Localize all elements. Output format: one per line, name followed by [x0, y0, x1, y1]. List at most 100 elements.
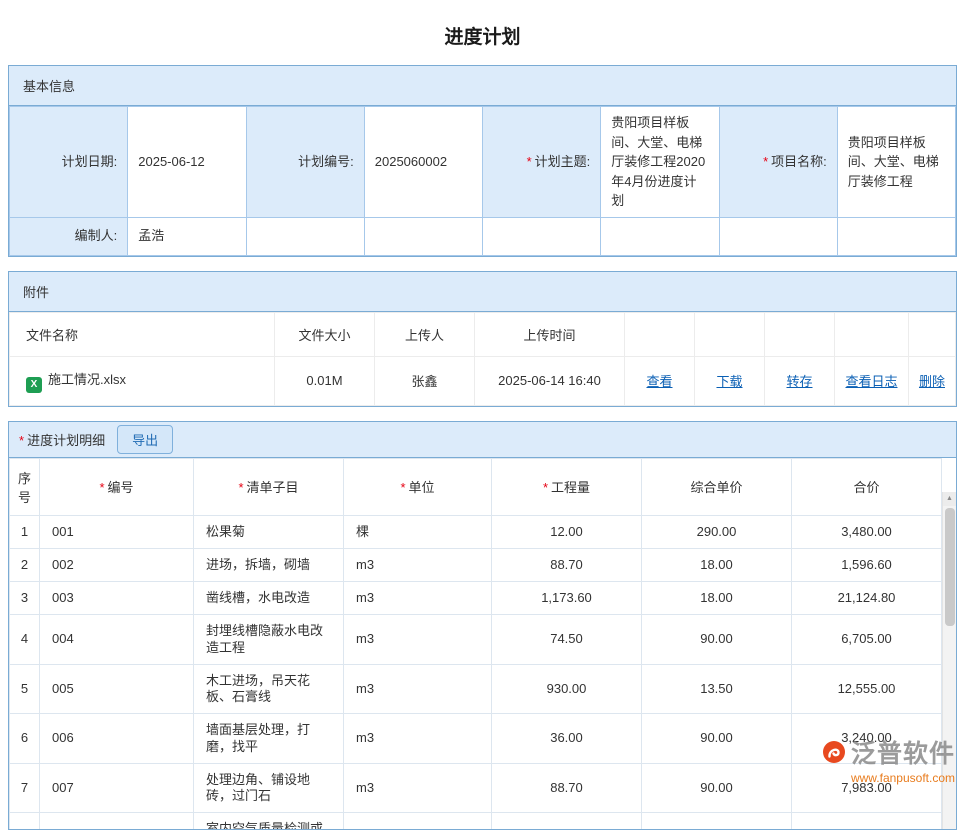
attachment-row: X施工情况.xlsx 0.01M 张鑫 2025-06-14 16:40 查看下…	[10, 356, 956, 405]
attachment-action-cell: 下载	[695, 356, 765, 405]
basic-info-section-header: 基本信息	[9, 66, 956, 106]
plan-subject-value: 贵阳项目样板间、大堂、电梯厅装修工程2020年4月份进度计划	[601, 107, 719, 218]
detail-cell: 88.70	[492, 548, 642, 581]
actions-header-empty	[835, 312, 909, 356]
detail-row: 3003凿线槽，水电改造m31,173.6018.0021,124.80	[10, 582, 942, 615]
detail-cell: 18.00	[642, 582, 792, 615]
detail-cell: 7,983.00	[792, 763, 942, 813]
detail-row: 1001松果菊棵12.00290.003,480.00	[10, 515, 942, 548]
detail-cell: 930.00	[492, 664, 642, 714]
detail-cell: 松果菊	[194, 515, 344, 548]
detail-cell: 棵	[344, 515, 492, 548]
required-mark: *	[763, 154, 768, 169]
empty-cell	[719, 217, 837, 255]
detail-cell: 3,240.00	[792, 714, 942, 764]
required-mark: *	[99, 480, 104, 495]
page-title: 进度计划	[0, 0, 965, 65]
author-value: 孟浩	[128, 217, 246, 255]
required-mark: *	[527, 154, 532, 169]
attachments-table: 文件名称 文件大小 上传人 上传时间 X施工情况.xlsx 0.01M 张鑫 2…	[9, 312, 956, 406]
export-button[interactable]: 导出	[117, 425, 173, 454]
required-mark: *	[400, 480, 405, 495]
detail-row: 5005木工进场，吊天花板、石膏线m3930.0013.5012,555.00	[10, 664, 942, 714]
detail-row: 8008室内空气质量检测或室内空气污染综合治理；m315.50500.007,7…	[10, 813, 942, 830]
detail-cell: 12.00	[492, 515, 642, 548]
detail-cell: m3	[344, 714, 492, 764]
plan-date-label: 计划日期:	[10, 107, 128, 218]
detail-column-header: 合价	[792, 458, 942, 515]
required-mark: *	[238, 480, 243, 495]
detail-cell: 004	[40, 615, 194, 665]
attachment-action-link[interactable]: 删除	[919, 374, 945, 389]
detail-row: 4004封埋线槽隐蔽水电改造工程m374.5090.006,705.00	[10, 615, 942, 665]
detail-cell: 290.00	[642, 515, 792, 548]
detail-cell: m3	[344, 615, 492, 665]
detail-cell: 500.00	[642, 813, 792, 830]
basic-info-row-1: 计划日期: 2025-06-12 计划编号: 2025060002 *计划主题:…	[10, 107, 956, 218]
basic-info-row-2: 编制人: 孟浩	[10, 217, 956, 255]
detail-cell: 1,173.60	[492, 582, 642, 615]
detail-section: *进度计划明细 导出 序号*编号*清单子目*单位*工程量综合单价合价 1001松…	[8, 421, 957, 830]
attachment-action-link[interactable]: 转存	[786, 374, 812, 389]
detail-scrollbar[interactable]: ▲	[942, 492, 956, 830]
detail-cell: 1,596.60	[792, 548, 942, 581]
project-name-value: 贵阳项目样板间、大堂、电梯厅装修工程	[837, 107, 955, 218]
detail-cell: 008	[40, 813, 194, 830]
detail-column-header: 综合单价	[642, 458, 792, 515]
detail-header-row: 序号*编号*清单子目*单位*工程量综合单价合价	[10, 458, 942, 515]
detail-cell: 001	[40, 515, 194, 548]
detail-cell: 8	[10, 813, 40, 830]
attachment-file-size: 0.01M	[275, 356, 375, 405]
attachment-action-link[interactable]: 查看日志	[845, 374, 897, 389]
detail-cell: m3	[344, 813, 492, 830]
empty-cell	[483, 217, 601, 255]
detail-cell: 3	[10, 582, 40, 615]
detail-cell: 封埋线槽隐蔽水电改造工程	[194, 615, 344, 665]
detail-cell: 2	[10, 548, 40, 581]
detail-cell: 13.50	[642, 664, 792, 714]
actions-header-empty	[625, 312, 695, 356]
actions-header-empty	[909, 312, 956, 356]
detail-column-header: *工程量	[492, 458, 642, 515]
excel-file-icon: X	[26, 377, 42, 393]
detail-cell: 003	[40, 582, 194, 615]
detail-cell: 88.70	[492, 763, 642, 813]
empty-cell	[837, 217, 955, 255]
required-mark: *	[19, 433, 24, 448]
attachment-action-link[interactable]: 查看	[646, 374, 672, 389]
detail-cell: m3	[344, 763, 492, 813]
detail-table-body: 1001松果菊棵12.00290.003,480.002002进场，拆墙，砌墙m…	[10, 515, 942, 830]
detail-cell: 室内空气质量检测或室内空气污染综合治理；	[194, 813, 344, 830]
detail-cell: 6,705.00	[792, 615, 942, 665]
attachment-action-cell: 查看	[625, 356, 695, 405]
attachments-section: 附件 文件名称 文件大小 上传人 上传时间 X 施工情况.xlsx	[8, 271, 957, 407]
detail-cell: 74.50	[492, 615, 642, 665]
detail-row: 2002进场，拆墙，砌墙m388.7018.001,596.60	[10, 548, 942, 581]
detail-cell: 36.00	[492, 714, 642, 764]
attachments-section-header: 附件	[9, 272, 956, 312]
detail-cell: 006	[40, 714, 194, 764]
uploader-header: 上传人	[375, 312, 475, 356]
project-name-label: *项目名称:	[719, 107, 837, 218]
attachment-action-cell: 转存	[765, 356, 835, 405]
scrollbar-thumb[interactable]	[945, 508, 955, 626]
attachment-action-link[interactable]: 下载	[716, 374, 742, 389]
detail-cell: 90.00	[642, 714, 792, 764]
detail-cell: 007	[40, 763, 194, 813]
attachments-header-row: 文件名称 文件大小 上传人 上传时间	[10, 312, 956, 356]
detail-cell: 4	[10, 615, 40, 665]
file-name-text: 施工情况.xlsx	[48, 372, 126, 387]
detail-cell: 002	[40, 548, 194, 581]
actions-header-empty	[765, 312, 835, 356]
upload-time-header: 上传时间	[475, 312, 625, 356]
basic-info-table: 计划日期: 2025-06-12 计划编号: 2025060002 *计划主题:…	[9, 106, 956, 256]
detail-cell: 木工进场，吊天花板、石膏线	[194, 664, 344, 714]
detail-column-header: 序号	[10, 458, 40, 515]
detail-cell: m3	[344, 548, 492, 581]
attachment-upload-time: 2025-06-14 16:40	[475, 356, 625, 405]
file-size-header: 文件大小	[275, 312, 375, 356]
detail-table: 序号*编号*清单子目*单位*工程量综合单价合价 1001松果菊棵12.00290…	[9, 458, 942, 830]
detail-cell: 处理边角、铺设地砖，过门石	[194, 763, 344, 813]
detail-cell: 墙面基层处理，打磨，找平	[194, 714, 344, 764]
scroll-up-icon[interactable]: ▲	[943, 492, 956, 506]
